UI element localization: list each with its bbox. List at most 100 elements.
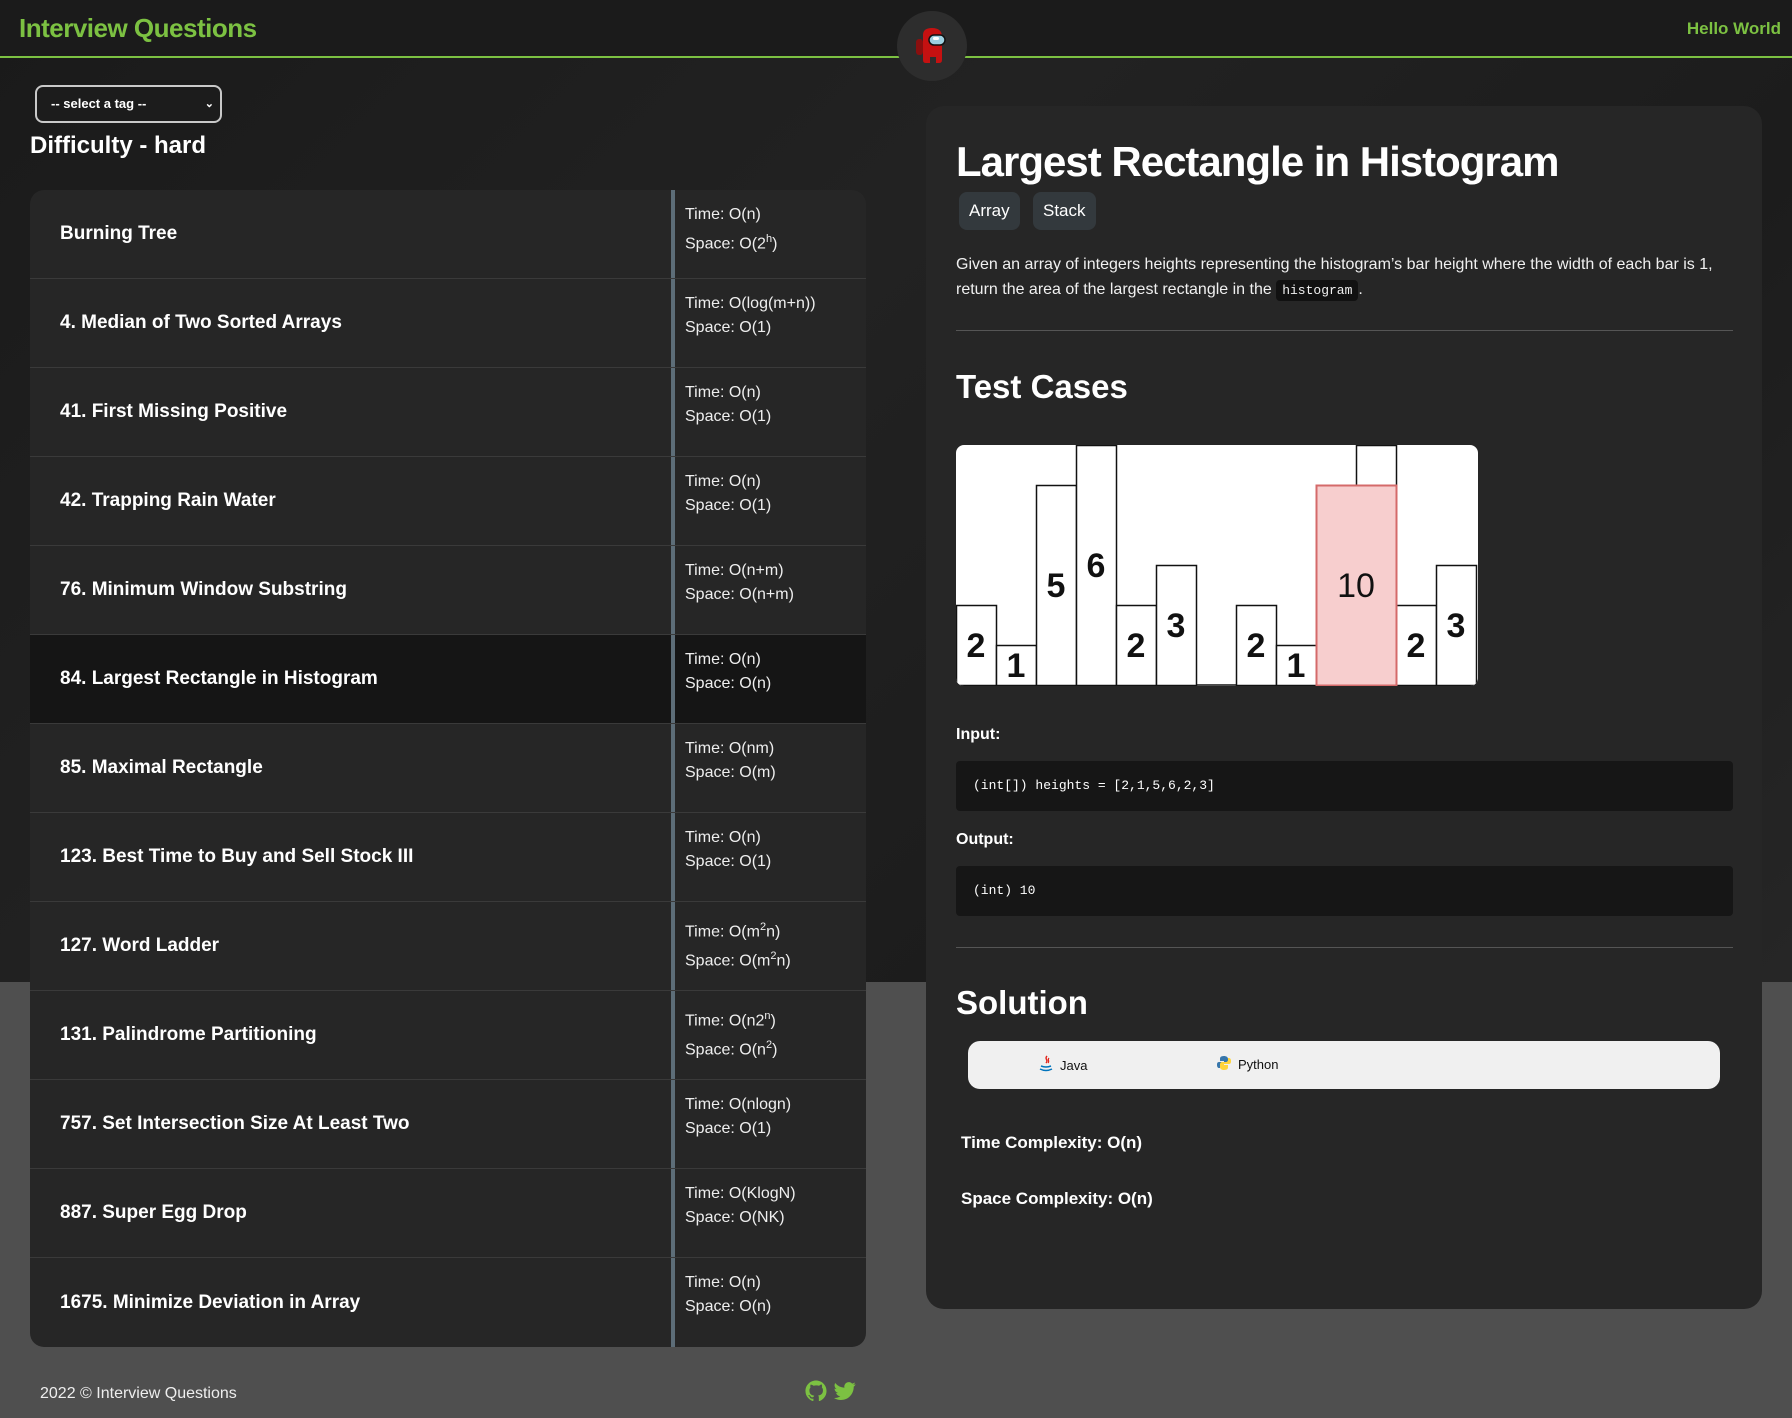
divider xyxy=(956,947,1733,948)
question-row-complexity: Time: O(KlogN) Space: O(NK) xyxy=(671,1169,866,1257)
question-row-time: Time: O(n2n) xyxy=(685,1010,776,1030)
question-row[interactable]: 887. Super Egg Drop Time: O(KlogN) Space: … xyxy=(30,1169,866,1258)
github-icon[interactable] xyxy=(805,1380,827,1407)
question-row-title: 757. Set Intersection Size At Least Two xyxy=(60,1113,410,1134)
question-row-time: Time: O(n) xyxy=(685,1274,761,1291)
question-row[interactable]: Burning Tree Time: O(n) Space: O(2h) xyxy=(30,190,866,279)
question-row[interactable]: 757. Set Intersection Size At Least Two T… xyxy=(30,1080,866,1169)
question-row-time: Time: O(KlogN) xyxy=(685,1185,796,1202)
question-row-complexity: Time: O(n) Space: O(1) xyxy=(671,813,866,901)
output-code-block: (int) 10 xyxy=(956,866,1733,916)
question-row-space: Space: O(1) xyxy=(685,853,772,870)
space-complexity: Space Complexity: O(n) xyxy=(961,1189,1153,1208)
difficulty-heading: Difficulty - hard xyxy=(30,132,207,159)
question-row-time: Time: O(m2n) xyxy=(685,921,781,941)
tag-select-dropdown[interactable]: -- select a tag -- ⌄ xyxy=(35,85,222,123)
input-code-block: (int[]) heights = [2,1,5,6,2,3] xyxy=(956,761,1733,811)
question-row-time: Time: O(nlogn) xyxy=(685,1096,792,1113)
user-greeting[interactable]: Hello World xyxy=(1687,19,1781,39)
question-row[interactable]: 123. Best Time to Buy and Sell Stock III… xyxy=(30,813,866,902)
question-row-title: 84. Largest Rectangle in Histogram xyxy=(60,668,378,689)
histogram-bar-label: 2 xyxy=(967,627,986,665)
histogram-bar-label: 2 xyxy=(1127,627,1146,665)
question-row-title: 887. Super Egg Drop xyxy=(60,1202,247,1223)
histogram-bar-label: 1 xyxy=(1007,647,1026,685)
question-row-title: 41. First Missing Positive xyxy=(60,401,288,422)
question-row-space: Space: O(n2) xyxy=(685,1039,778,1059)
top-nav: Interview Questions Hello World xyxy=(0,0,1792,58)
question-row-space: Space: O(n+m) xyxy=(685,586,794,603)
question-row-title: 123. Best Time to Buy and Sell Stock III xyxy=(60,846,414,867)
question-row[interactable]: 84. Largest Rectangle in Histogram Time: … xyxy=(30,635,866,724)
question-row-complexity: Time: O(n) Space: O(n) xyxy=(671,1258,866,1347)
description-end: . xyxy=(1358,281,1363,298)
question-row-space: Space: O(n) xyxy=(685,675,772,692)
question-row-complexity: Time: O(n) Space: O(2h) xyxy=(671,190,866,278)
tag-chip-array[interactable]: Array xyxy=(959,192,1020,230)
question-row[interactable]: 127. Word Ladder Time: O(m2n) Space: O(m2n… xyxy=(30,902,866,991)
histogram-max-area-label: 10 xyxy=(1337,567,1375,605)
question-detail-panel: Largest Rectangle in Histogram Array Sta… xyxy=(926,106,1762,1309)
question-description: Given an array of integers heights repre… xyxy=(956,252,1736,303)
question-row-title: 4. Median of Two Sorted Arrays xyxy=(60,312,342,333)
question-row-time: Time: O(n) xyxy=(685,829,761,846)
output-label: Output: xyxy=(956,831,1014,848)
tab-python-label: Python xyxy=(1238,1057,1279,1072)
question-row[interactable]: 1675. Minimize Deviation in Array Time: O… xyxy=(30,1258,866,1347)
question-row-space: Space: O(1) xyxy=(685,497,772,514)
question-row-complexity: Time: O(n) Space: O(1) xyxy=(671,368,866,456)
solution-heading: Solution xyxy=(956,984,1088,1021)
question-row-time: Time: O(n) xyxy=(685,473,761,490)
question-row-space: Space: O(1) xyxy=(685,319,772,336)
question-title: Largest Rectangle in Histogram xyxy=(956,138,1559,185)
tab-python[interactable]: Python xyxy=(1216,1055,1278,1074)
question-row-time: Time: O(log(m+n)) xyxy=(685,295,816,312)
question-row-complexity: Time: O(n2n) Space: O(n2) xyxy=(671,991,866,1079)
question-row-space: Space: O(1) xyxy=(685,1120,772,1137)
question-row-title: 42. Trapping Rain Water xyxy=(60,490,276,511)
description-code: histogram xyxy=(1276,280,1359,301)
question-row-complexity: Time: O(m2n) Space: O(m2n) xyxy=(671,902,866,990)
crewmate-icon[interactable] xyxy=(897,11,967,81)
question-row-title: 85. Maximal Rectangle xyxy=(60,757,263,778)
question-row-time: Time: O(nm) xyxy=(685,740,775,757)
question-row-title: Burning Tree xyxy=(60,223,178,244)
question-row-space: Space: O(m) xyxy=(685,764,776,781)
language-tabs: Java Python xyxy=(968,1041,1720,1089)
question-row-space: Space: O(1) xyxy=(685,408,772,425)
histogram-bar-label: 2 xyxy=(1407,627,1426,665)
histogram-bar-label: 6 xyxy=(1087,547,1106,585)
footer-copyright: 2022 © Interview Questions xyxy=(40,1385,237,1402)
question-row[interactable]: 41. First Missing Positive Time: O(n) Spac… xyxy=(30,368,866,457)
question-row-complexity: Time: O(n) Space: O(n) xyxy=(671,635,866,723)
tag-chip-stack[interactable]: Stack xyxy=(1033,192,1096,230)
question-row-title: 127. Word Ladder xyxy=(60,935,220,956)
question-row[interactable]: 85. Maximal Rectangle Time: O(nm) Space: O… xyxy=(30,724,866,813)
question-row-time: Time: O(n) xyxy=(685,651,761,668)
histogram-bar-label: 1 xyxy=(1287,647,1306,685)
question-row-complexity: Time: O(nm) Space: O(m) xyxy=(671,724,866,812)
question-list: Burning Tree Time: O(n) Space: O(2h) 4. Med… xyxy=(30,190,866,1347)
time-complexity: Time Complexity: O(n) xyxy=(961,1133,1143,1152)
question-row-time: Time: O(n) xyxy=(685,384,761,401)
tab-java[interactable]: Java xyxy=(1038,1055,1087,1076)
question-row[interactable]: 76. Minimum Window Substring Time: O(n+m)… xyxy=(30,546,866,635)
question-row-space: Space: O(2h) xyxy=(685,233,778,253)
question-row-space: Space: O(n) xyxy=(685,1298,772,1315)
java-icon xyxy=(1038,1055,1054,1076)
question-row[interactable]: 4. Median of Two Sorted Arrays Time: O(lo… xyxy=(30,279,866,368)
histogram-bar-label: 3 xyxy=(1447,607,1466,645)
question-row-space: Space: O(m2n) xyxy=(685,950,791,970)
question-row-complexity: Time: O(nlogn) Space: O(1) xyxy=(671,1080,866,1168)
twitter-icon[interactable] xyxy=(834,1380,856,1407)
question-row-time: Time: O(n) xyxy=(685,206,761,223)
histogram-figure: 2 1 5 6 2 3 10 2 1 2 3 xyxy=(956,445,1478,686)
histogram-bar-label: 2 xyxy=(1247,627,1266,665)
question-row[interactable]: 42. Trapping Rain Water Time: O(n) Space: … xyxy=(30,457,866,546)
histogram-bar-label: 3 xyxy=(1167,607,1186,645)
histogram-bar-label: 5 xyxy=(1047,567,1066,605)
brand-link[interactable]: Interview Questions xyxy=(19,13,257,44)
tab-java-label: Java xyxy=(1060,1058,1088,1073)
question-row-title: 131. Palindrome Partitioning xyxy=(60,1024,317,1045)
question-row[interactable]: 131. Palindrome Partitioning Time: O(n2n)… xyxy=(30,991,866,1080)
